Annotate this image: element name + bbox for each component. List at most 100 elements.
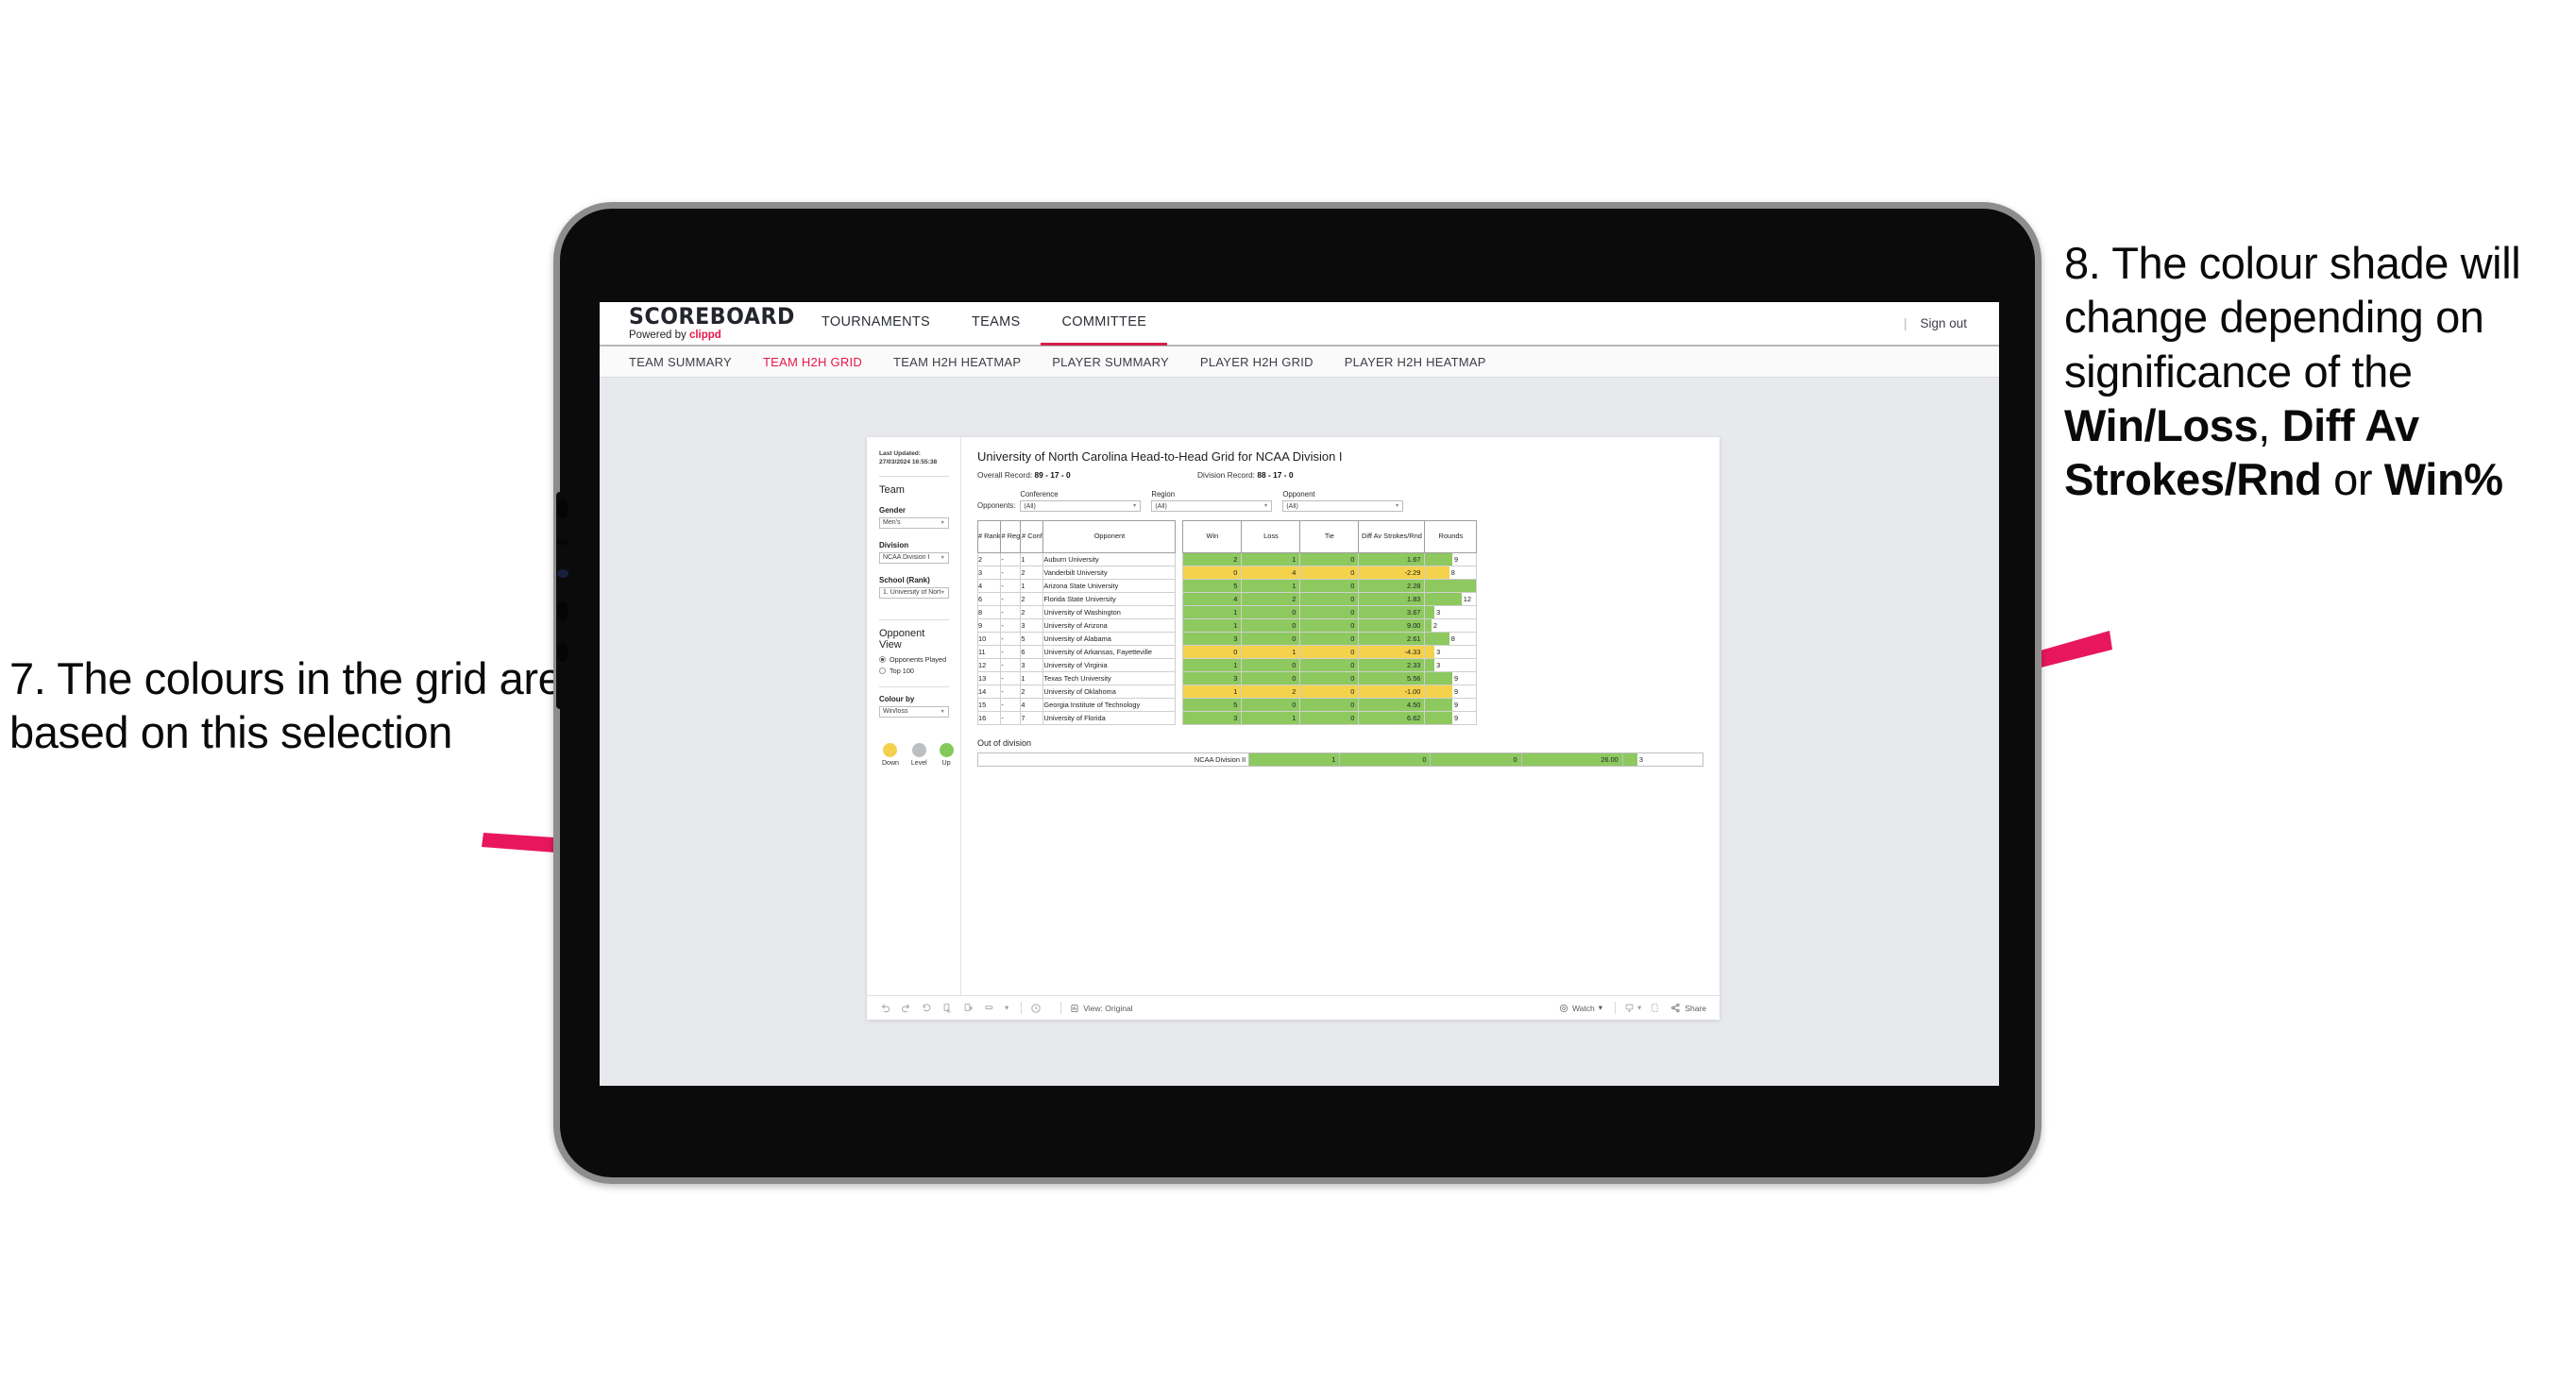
division-select[interactable]: NCAA Division I ▼: [879, 551, 949, 564]
cell-tie: 0: [1299, 552, 1360, 566]
cell-conf: 2: [1020, 566, 1044, 580]
cell-rounds: 17: [1424, 579, 1478, 593]
table-row[interactable]: 12-3 University of Virginia 1 0 0 2.33 3: [976, 658, 1478, 672]
undo-icon[interactable]: [880, 1003, 890, 1013]
redo-icon[interactable]: [901, 1003, 911, 1013]
revert-icon[interactable]: [922, 1003, 932, 1013]
cell-opponent: Vanderbilt University: [1042, 566, 1177, 580]
cell-rank: 9: [976, 618, 1002, 633]
table-row[interactable]: 9-3 University of Arizona 1 0 0 9.00 2: [976, 618, 1478, 633]
radio-off-icon: [879, 667, 886, 674]
refresh-icon[interactable]: [942, 1003, 953, 1013]
sidebar-divider-1: [879, 475, 949, 477]
chevron-down-icon: ▼: [940, 519, 945, 526]
share-icon: [1671, 1003, 1680, 1013]
col-diff: Diff Av Strokes/Rnd: [1358, 520, 1426, 553]
cell-tie: 0: [1299, 645, 1360, 659]
pause-updates-icon[interactable]: [963, 1003, 974, 1013]
topnav-item-teams[interactable]: TEAMS: [951, 302, 1041, 346]
table-row[interactable]: 14-2 University of Oklahoma 1 2 0 -1.00 9: [976, 685, 1478, 699]
device-layout-icon[interactable]: [1650, 1003, 1660, 1013]
watch-button[interactable]: Watch ▾: [1559, 1003, 1602, 1013]
brand-logo: SCOREBOARD Powered by clippd: [629, 305, 794, 342]
h2h-grid-wrapper: # Rank # Reg # Conf Opponent Win Loss Ti…: [976, 520, 1703, 725]
col-rounds: Rounds: [1424, 520, 1478, 553]
radio-opponents-played[interactable]: Opponents Played: [879, 655, 949, 664]
cell-reg: -: [1000, 645, 1022, 659]
cell-opponent: University of Arkansas, Fayetteville: [1042, 645, 1177, 659]
cell-opponent: Auburn University: [1042, 552, 1177, 566]
view-icon: [1071, 1004, 1078, 1012]
table-row[interactable]: 3-2 Vanderbilt University 0 4 0 -2.29 8: [976, 566, 1478, 580]
legend-dot-level: [911, 742, 926, 757]
gender-select[interactable]: Men's ▼: [879, 516, 949, 529]
download-dropdown-icon[interactable]: ▾: [1637, 1003, 1641, 1013]
conference-filter-select[interactable]: (All) ▼: [1020, 500, 1142, 512]
radio-on-icon: [879, 655, 886, 663]
cell-tie: 0: [1299, 711, 1360, 725]
table-row[interactable]: 15-4 Georgia Institute of Technology 5 0 0 4.…: [976, 698, 1478, 712]
table-row[interactable]: 4-1Arizona State University5102.2817: [976, 579, 1478, 593]
region-filter-select[interactable]: (All) ▼: [1151, 500, 1273, 512]
history-icon[interactable]: [1030, 1003, 1042, 1014]
cell-diff: 2.33: [1358, 658, 1426, 672]
sidebar-divider-2: [879, 618, 949, 620]
col-opponent-label: Opponent: [1093, 532, 1126, 541]
dashboard-card: Last Updated: 27/03/2024 16:55:38 Team G…: [867, 437, 1720, 1020]
subnav-item-team-h2h-heatmap[interactable]: TEAM H2H HEATMAP: [893, 355, 1021, 369]
cell-diff: 4.50: [1358, 698, 1426, 712]
legend-dot-up: [939, 742, 954, 757]
sidebar-divider-3: [879, 685, 949, 687]
subnav-item-team-summary[interactable]: TEAM SUMMARY: [629, 355, 732, 369]
opponent-filters: Opponents: Conference (All) ▼ Region (Al: [977, 490, 1703, 512]
topnav-item-tournaments[interactable]: TOURNAMENTS: [801, 302, 951, 346]
colour-by-select[interactable]: Win/loss ▼: [879, 705, 949, 718]
cell-rank: 14: [976, 685, 1002, 699]
table-row[interactable]: 10-5 University of Alabama 3 0 0 2.61 8: [976, 632, 1478, 646]
overall-record-label: Overall Record:: [977, 470, 1035, 480]
out-of-division-table: NCAA Division II 1 0 0 26.00 3: [976, 752, 1704, 767]
share-button[interactable]: Share: [1670, 1003, 1706, 1013]
ood-cell-rounds: 3: [1621, 752, 1704, 767]
cell-conf: 2: [1020, 592, 1044, 606]
radio-top-100[interactable]: Top 100: [879, 667, 949, 675]
highlight-icon[interactable]: [984, 1003, 994, 1013]
col-tie: Tie: [1299, 520, 1360, 553]
out-of-division-row[interactable]: NCAA Division II 1 0 0 26.00 3: [976, 752, 1704, 767]
cell-spacer: [1175, 658, 1183, 672]
cell-tie: 0: [1299, 658, 1360, 672]
table-row[interactable]: 6-2 Florida State University 4 2 0 1.83 12: [976, 592, 1478, 606]
subnav-item-player-h2h-grid[interactable]: PLAYER H2H GRID: [1200, 355, 1313, 369]
view-original-label: View: Original: [1083, 1003, 1133, 1013]
table-row[interactable]: 16-7 University of Florida 3 1 0 6.62 9: [976, 711, 1478, 725]
opponent-filter-select[interactable]: (All) ▼: [1282, 500, 1404, 512]
signout-link[interactable]: Sign out: [1920, 316, 1967, 330]
chevron-down-icon: ▼: [940, 554, 945, 561]
table-row[interactable]: 2-1 Auburn University 2 1 0 1.67 9: [976, 552, 1478, 566]
cell-tie: 0: [1299, 632, 1360, 646]
cell-opponent: Texas Tech University: [1042, 671, 1177, 685]
subnav-item-player-h2h-heatmap[interactable]: PLAYER H2H HEATMAP: [1345, 355, 1486, 369]
view-original-button[interactable]: View: Original: [1070, 1003, 1133, 1013]
cell-rounds: 2: [1424, 618, 1478, 633]
opponent-view-heading: Opponent View: [879, 627, 925, 651]
table-row[interactable]: 11-6 University of Arkansas, Fayetteville…: [976, 645, 1478, 659]
toolbar-divider-2: [1060, 1002, 1062, 1014]
subnav-item-team-h2h-grid[interactable]: TEAM H2H GRID: [763, 355, 862, 369]
table-row[interactable]: 8-2 University of Washington 1 0 0 3.67 3: [976, 605, 1478, 619]
topnav-item-committee[interactable]: COMMITTEE: [1041, 302, 1168, 346]
cell-spacer: [1175, 566, 1183, 580]
cell-spacer: [1175, 605, 1183, 619]
highlight-dropdown-icon[interactable]: ▾: [1005, 1003, 1008, 1013]
legend-item-down: Down: [882, 742, 899, 767]
out-of-division-title: Out of division: [977, 738, 1032, 748]
subnav-item-player-summary[interactable]: PLAYER SUMMARY: [1052, 355, 1169, 369]
colour-legend: Down Level Up: [879, 742, 954, 767]
cell-diff: 6.62: [1358, 711, 1426, 725]
ood-cell-opponent: NCAA Division II: [976, 752, 1250, 767]
school-select[interactable]: 1. University of Nort... ▼: [879, 586, 949, 599]
opponent-filter-value: (All): [1286, 502, 1298, 510]
cell-tie: 0: [1299, 685, 1360, 699]
table-row[interactable]: 13-1 Texas Tech University 3 0 0 5.56 9: [976, 671, 1478, 685]
download-icon[interactable]: [1624, 1003, 1635, 1013]
